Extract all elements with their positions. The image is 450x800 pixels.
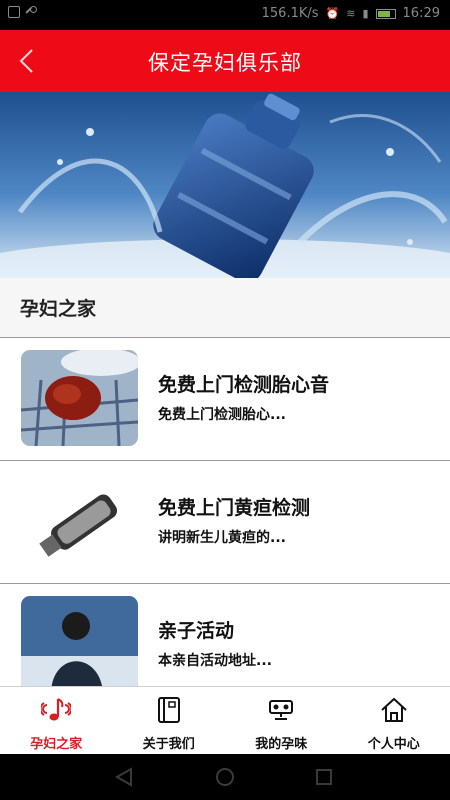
item-title: 免费上门检测胎心音: [158, 374, 330, 396]
signal-icon: ▮: [362, 7, 369, 20]
page-title: 保定孕妇俱乐部: [148, 51, 302, 75]
list-item[interactable]: 免费上门检测胎心音 免费上门检测胎心...: [0, 338, 450, 461]
status-right: 156.1K/s ⏰ ≋ ▮ 16:29: [262, 6, 440, 21]
square-recent-icon: [316, 769, 332, 785]
section-title: 孕妇之家: [20, 298, 97, 320]
nav-back-button[interactable]: [113, 766, 135, 788]
yarn-thumbnail: [21, 350, 138, 446]
nav-recent-button[interactable]: [313, 766, 335, 788]
system-nav-bar: [0, 754, 450, 800]
nav-home-button[interactable]: [214, 766, 236, 788]
water-bottle-illustration: [0, 92, 450, 278]
tab-pregnant-home[interactable]: 孕妇之家: [0, 687, 113, 754]
alarm-icon: ⏰: [325, 7, 340, 20]
camera-icon: [266, 695, 296, 725]
tab-label: 孕妇之家: [30, 737, 83, 752]
status-left: [8, 6, 38, 18]
battery-icon: [375, 8, 396, 19]
tab-about-us[interactable]: 关于我们: [113, 687, 226, 754]
item-desc: 讲明新生儿黄疸的...: [158, 530, 286, 546]
clock: 16:29: [402, 6, 440, 21]
screenshot-icon: [8, 6, 20, 18]
item-title: 亲子活动: [158, 620, 235, 642]
status-bar: 156.1K/s ⏰ ≋ ▮ 16:29: [0, 0, 450, 30]
book-icon: [154, 695, 184, 725]
item-title: 免费上门黄疸检测: [158, 497, 311, 519]
tab-label: 个人中心: [367, 737, 420, 752]
key-icon: [26, 6, 38, 18]
wifi-icon: ≋: [346, 7, 356, 20]
tab-personal-center[interactable]: 个人中心: [338, 687, 450, 754]
net-speed: 156.1K/s: [261, 6, 319, 21]
item-desc: 免费上门检测胎心...: [158, 407, 286, 423]
app-header: 保定孕妇俱乐部: [0, 30, 450, 92]
list-item[interactable]: 免费上门黄疸检测 讲明新生儿黄疸的...: [0, 461, 450, 584]
usb-drive-thumbnail: [21, 473, 138, 569]
triangle-back-icon: [114, 767, 132, 787]
tab-bar: 孕妇之家 关于我们 我的孕味 个人中心: [0, 686, 450, 754]
music-note-icon: [41, 695, 72, 725]
tab-label: 我的孕味: [255, 737, 308, 752]
section-header: 孕妇之家: [0, 278, 450, 338]
person-thumbnail: [21, 596, 138, 692]
service-list: 免费上门检测胎心音 免费上门检测胎心... 免费上门黄疸检测 讲明新生儿黄疸的.…: [0, 338, 450, 707]
circle-home-icon: [216, 768, 234, 786]
home-icon: [379, 695, 409, 725]
tab-my-pregnancy[interactable]: 我的孕味: [225, 687, 338, 754]
item-desc: 本亲自活动地址...: [158, 653, 272, 669]
banner-image[interactable]: [0, 92, 450, 278]
tab-label: 关于我们: [142, 737, 195, 752]
